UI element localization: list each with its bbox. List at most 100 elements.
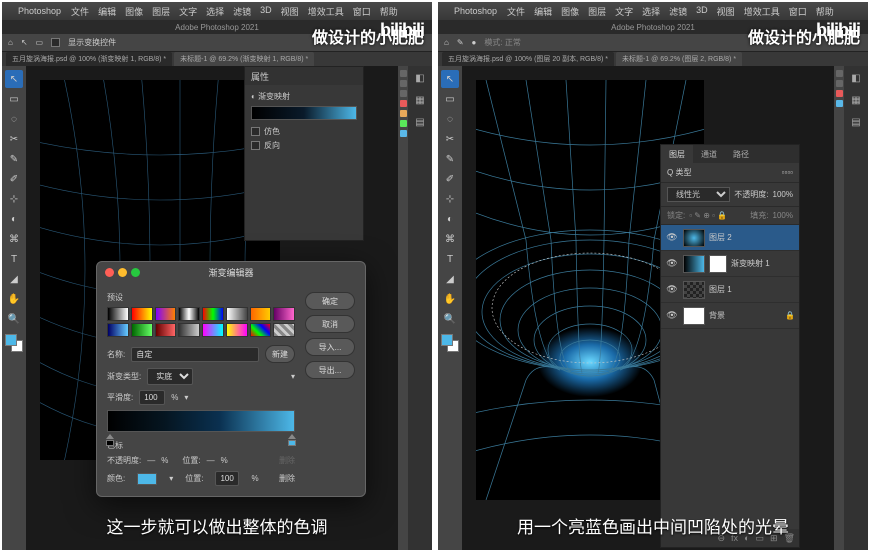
preset-7[interactable] bbox=[273, 307, 295, 321]
tool-5[interactable]: ✐ bbox=[5, 170, 23, 188]
preset-14[interactable] bbox=[250, 323, 272, 337]
blend-mode-select[interactable]: 线性光 bbox=[667, 187, 730, 202]
menu-帮助[interactable]: 帮助 bbox=[380, 5, 398, 18]
menu-编辑[interactable]: 编辑 bbox=[98, 5, 116, 18]
menu-选择[interactable]: 选择 bbox=[642, 5, 660, 18]
preset-0[interactable] bbox=[107, 307, 129, 321]
layer-row[interactable]: 👁渐变映射 1 bbox=[661, 251, 799, 277]
tool-3[interactable]: ✂ bbox=[5, 130, 23, 148]
tool-1[interactable]: ▭ bbox=[5, 90, 23, 108]
smooth-input[interactable] bbox=[139, 390, 165, 405]
preset-3[interactable] bbox=[178, 307, 200, 321]
menu-帮助[interactable]: 帮助 bbox=[816, 5, 834, 18]
tool-7[interactable]: ◐ bbox=[441, 210, 459, 228]
visibility-icon[interactable]: 👁 bbox=[665, 283, 679, 297]
preset-15[interactable] bbox=[273, 323, 295, 337]
visibility-icon[interactable]: 👁 bbox=[665, 231, 679, 245]
preset-4[interactable] bbox=[202, 307, 224, 321]
tool-4[interactable]: ✎ bbox=[5, 150, 23, 168]
color-swatch[interactable] bbox=[441, 334, 459, 352]
app-name[interactable]: Photoshop bbox=[18, 6, 61, 16]
preset-8[interactable] bbox=[107, 323, 129, 337]
tool-8[interactable]: ⌘ bbox=[441, 230, 459, 248]
tool-2[interactable]: ◌ bbox=[441, 110, 459, 128]
tool-0[interactable]: ↖ bbox=[5, 70, 23, 88]
menu-3D[interactable]: 3D bbox=[696, 5, 708, 18]
canvas[interactable]: 属性 ◐ 渐变映射 仿色 反向 渐变编辑器 预设 bbox=[26, 66, 398, 550]
tool-6[interactable]: ⊹ bbox=[441, 190, 459, 208]
tool-10[interactable]: ◢ bbox=[441, 270, 459, 288]
gradient-preview[interactable] bbox=[251, 106, 357, 120]
preset-1[interactable] bbox=[131, 307, 153, 321]
menu-文字[interactable]: 文字 bbox=[615, 5, 633, 18]
preset-5[interactable] bbox=[226, 307, 248, 321]
tool-5[interactable]: ✐ bbox=[441, 170, 459, 188]
menu-视图[interactable]: 视图 bbox=[281, 5, 299, 18]
gradient-name-input[interactable] bbox=[131, 347, 259, 362]
tool-4[interactable]: ✎ bbox=[441, 150, 459, 168]
menu-图层[interactable]: 图层 bbox=[152, 5, 170, 18]
tool-11[interactable]: ✋ bbox=[441, 290, 459, 308]
preset-13[interactable] bbox=[226, 323, 248, 337]
tool-10[interactable]: ◢ bbox=[5, 270, 23, 288]
menu-增效工具[interactable]: 增效工具 bbox=[308, 5, 344, 18]
menu-文件[interactable]: 文件 bbox=[71, 5, 89, 18]
tool-3[interactable]: ✂ bbox=[441, 130, 459, 148]
tool-8[interactable]: ⌘ bbox=[5, 230, 23, 248]
canvas[interactable]: 图层 通道 路径 Q 类型 ▫▫▫▫ 线性光 不透明度:100% 锁定:▫ ✎ … bbox=[462, 66, 834, 550]
checkbox[interactable] bbox=[51, 38, 60, 47]
preset-10[interactable] bbox=[155, 323, 177, 337]
import-button[interactable]: 导入... bbox=[305, 338, 355, 356]
new-button[interactable]: 新建 bbox=[265, 345, 295, 363]
tool-12[interactable]: 🔍 bbox=[5, 310, 23, 328]
tool-0[interactable]: ↖ bbox=[441, 70, 459, 88]
tool-12[interactable]: 🔍 bbox=[441, 310, 459, 328]
swatches-icon[interactable]: ▦ bbox=[412, 92, 428, 108]
ok-button[interactable]: 确定 bbox=[305, 292, 355, 310]
menu-窗口[interactable]: 窗口 bbox=[789, 5, 807, 18]
tool-7[interactable]: ◐ bbox=[5, 210, 23, 228]
preset-11[interactable] bbox=[178, 323, 200, 337]
menu-滤镜[interactable]: 滤镜 bbox=[233, 5, 251, 18]
menu-文件[interactable]: 文件 bbox=[507, 5, 525, 18]
menu-窗口[interactable]: 窗口 bbox=[353, 5, 371, 18]
close-icon[interactable] bbox=[105, 268, 114, 277]
gradient-bar[interactable] bbox=[107, 410, 295, 432]
color-swatch[interactable] bbox=[5, 334, 23, 352]
export-button[interactable]: 导出... bbox=[305, 361, 355, 379]
tool-9[interactable]: T bbox=[441, 250, 459, 268]
color-chip[interactable] bbox=[137, 473, 157, 485]
tool-6[interactable]: ⊹ bbox=[5, 190, 23, 208]
menu-图层[interactable]: 图层 bbox=[588, 5, 606, 18]
menu-图像[interactable]: 图像 bbox=[125, 5, 143, 18]
tool-1[interactable]: ▭ bbox=[441, 90, 459, 108]
cancel-button[interactable]: 取消 bbox=[305, 315, 355, 333]
preset-6[interactable] bbox=[250, 307, 272, 321]
layer-row[interactable]: 👁图层 2 bbox=[661, 225, 799, 251]
menu-文字[interactable]: 文字 bbox=[179, 5, 197, 18]
layers-icon[interactable]: ▤ bbox=[412, 114, 428, 130]
menu-3D[interactable]: 3D bbox=[260, 5, 272, 18]
preset-12[interactable] bbox=[202, 323, 224, 337]
visibility-icon[interactable]: 👁 bbox=[665, 257, 679, 271]
layer-row[interactable]: 👁背景🔒 bbox=[661, 303, 799, 329]
type-select[interactable]: 实底 bbox=[147, 368, 193, 385]
preset-2[interactable] bbox=[155, 307, 177, 321]
menu-视图[interactable]: 视图 bbox=[717, 5, 735, 18]
visibility-icon[interactable]: 👁 bbox=[665, 309, 679, 323]
home-icon[interactable]: ⌂ bbox=[8, 38, 13, 47]
menu-编辑[interactable]: 编辑 bbox=[534, 5, 552, 18]
preset-9[interactable] bbox=[131, 323, 153, 337]
menu-选择[interactable]: 选择 bbox=[206, 5, 224, 18]
menu-增效工具[interactable]: 增效工具 bbox=[744, 5, 780, 18]
tool-9[interactable]: T bbox=[5, 250, 23, 268]
menu-图像[interactable]: 图像 bbox=[561, 5, 579, 18]
layer-list: 👁图层 2👁渐变映射 1👁图层 1👁背景🔒 bbox=[661, 225, 799, 329]
tool-2[interactable]: ◌ bbox=[5, 110, 23, 128]
minimize-icon[interactable] bbox=[118, 268, 127, 277]
zoom-icon[interactable] bbox=[131, 268, 140, 277]
layer-row[interactable]: 👁图层 1 bbox=[661, 277, 799, 303]
color-icon[interactable]: ◧ bbox=[412, 70, 428, 86]
tool-11[interactable]: ✋ bbox=[5, 290, 23, 308]
menu-滤镜[interactable]: 滤镜 bbox=[669, 5, 687, 18]
